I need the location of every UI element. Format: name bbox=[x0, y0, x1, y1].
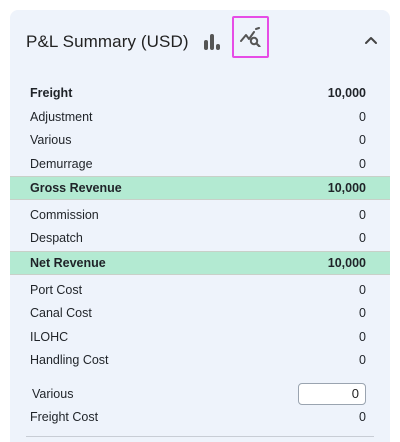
row-label: Net Revenue bbox=[30, 256, 106, 270]
row-value: 0 bbox=[359, 157, 366, 171]
row-label: Gross Revenue bbox=[30, 181, 122, 195]
row-despatch: Despatch 0 bbox=[10, 227, 390, 249]
row-label: Despatch bbox=[30, 231, 83, 245]
divider bbox=[26, 436, 374, 437]
row-commission: Commission 0 bbox=[10, 204, 390, 226]
row-label: Freight bbox=[30, 86, 73, 100]
chevron-up-icon[interactable] bbox=[362, 32, 380, 50]
row-value: 10,000 bbox=[327, 181, 366, 195]
row-label: Handling Cost bbox=[30, 353, 109, 367]
row-label: Freight Cost bbox=[30, 410, 99, 424]
row-value: 10,000 bbox=[327, 86, 366, 100]
row-value: 0 bbox=[359, 283, 366, 297]
row-demurrage: Demurrage 0 bbox=[10, 153, 390, 175]
row-freight: Freight 10,000 bbox=[10, 82, 390, 104]
row-label: Commission bbox=[30, 208, 99, 222]
row-label: Adjustment bbox=[30, 110, 93, 124]
row-ilohc: ILOHC 0 bbox=[10, 326, 390, 348]
row-various-input: Various 0 bbox=[10, 380, 390, 408]
row-label: Canal Cost bbox=[30, 306, 92, 320]
row-net-revenue: Net Revenue 10,000 bbox=[10, 251, 390, 275]
row-value: 0 bbox=[359, 353, 366, 367]
bar-chart-icon[interactable] bbox=[204, 34, 220, 50]
row-label: Various bbox=[32, 387, 74, 401]
row-label: Various bbox=[30, 133, 72, 147]
row-value: 0 bbox=[359, 231, 366, 245]
row-adjustment: Adjustment 0 bbox=[10, 106, 390, 128]
row-label: ILOHC bbox=[30, 330, 69, 344]
row-gross-revenue: Gross Revenue 10,000 bbox=[10, 176, 390, 200]
row-value: 0 bbox=[359, 410, 366, 424]
row-label: Demurrage bbox=[30, 157, 93, 171]
row-freight-cost: Freight Cost 0 bbox=[10, 406, 390, 428]
row-value: 0 bbox=[359, 306, 366, 320]
row-handling-cost: Handling Cost 0 bbox=[10, 349, 390, 371]
panel-header: P&L Summary (USD) bbox=[10, 10, 390, 72]
row-various: Various 0 bbox=[10, 129, 390, 151]
analytics-search-icon[interactable] bbox=[232, 16, 269, 58]
various-cost-input[interactable]: 0 bbox=[298, 383, 366, 405]
panel-title: P&L Summary (USD) bbox=[26, 32, 189, 51]
row-value: 10,000 bbox=[327, 256, 366, 270]
row-value: 0 bbox=[359, 133, 366, 147]
row-value: 0 bbox=[359, 208, 366, 222]
row-label: Port Cost bbox=[30, 283, 83, 297]
row-value: 0 bbox=[359, 110, 366, 124]
row-canal-cost: Canal Cost 0 bbox=[10, 302, 390, 324]
row-port-cost: Port Cost 0 bbox=[10, 279, 390, 301]
pl-summary-panel: P&L Summary (USD) Freight 10,000 Adjustm… bbox=[10, 10, 390, 442]
row-value: 0 bbox=[359, 330, 366, 344]
